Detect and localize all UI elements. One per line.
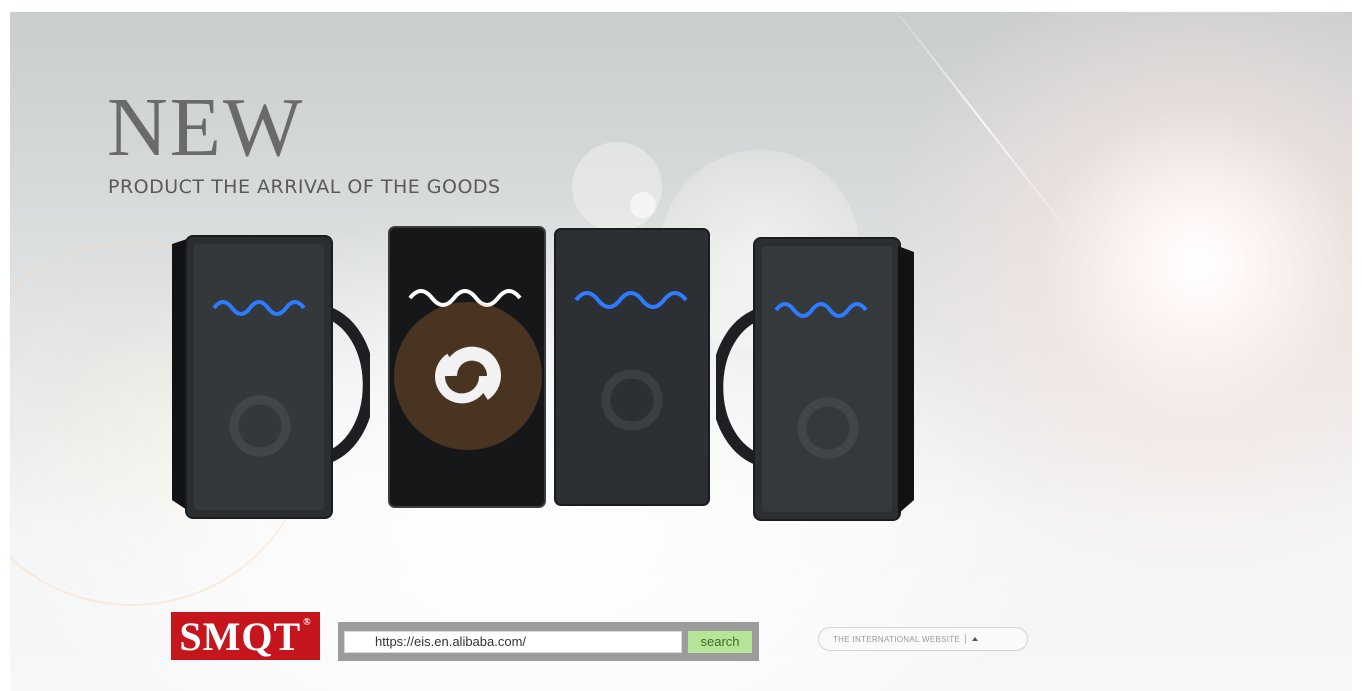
registered-mark: ® (303, 616, 312, 628)
light-ray (880, 12, 1085, 253)
footer-bar: SMQT® search THE INTERNATIONAL WEBSITE (10, 610, 1352, 691)
search-input[interactable] (344, 630, 682, 653)
divider (965, 634, 967, 644)
international-website-dropdown[interactable]: THE INTERNATIONAL WEBSITE (818, 627, 1028, 651)
card-reader-icon (388, 226, 548, 516)
headline: NEW (107, 81, 305, 174)
card-reader-icon (554, 228, 714, 518)
caret-up-icon (972, 637, 979, 641)
subheadline: PRODUCT THE ARRIVAL OF THE GOODS (108, 176, 501, 198)
lens-flare (630, 192, 656, 218)
logo-text: SMQT (179, 613, 302, 659)
card-reader-icon (170, 230, 370, 530)
product-showcase (160, 220, 920, 550)
card-reader-icon (716, 232, 916, 532)
hero-banner: NEW PRODUCT THE ARRIVAL OF THE GOODS SMQ… (10, 12, 1352, 691)
international-website-label: THE INTERNATIONAL WEBSITE (833, 634, 961, 644)
search-box: search (338, 622, 759, 661)
brand-logo[interactable]: SMQT ® (171, 612, 320, 660)
search-button[interactable]: search (688, 630, 752, 653)
lens-flare (572, 142, 662, 232)
